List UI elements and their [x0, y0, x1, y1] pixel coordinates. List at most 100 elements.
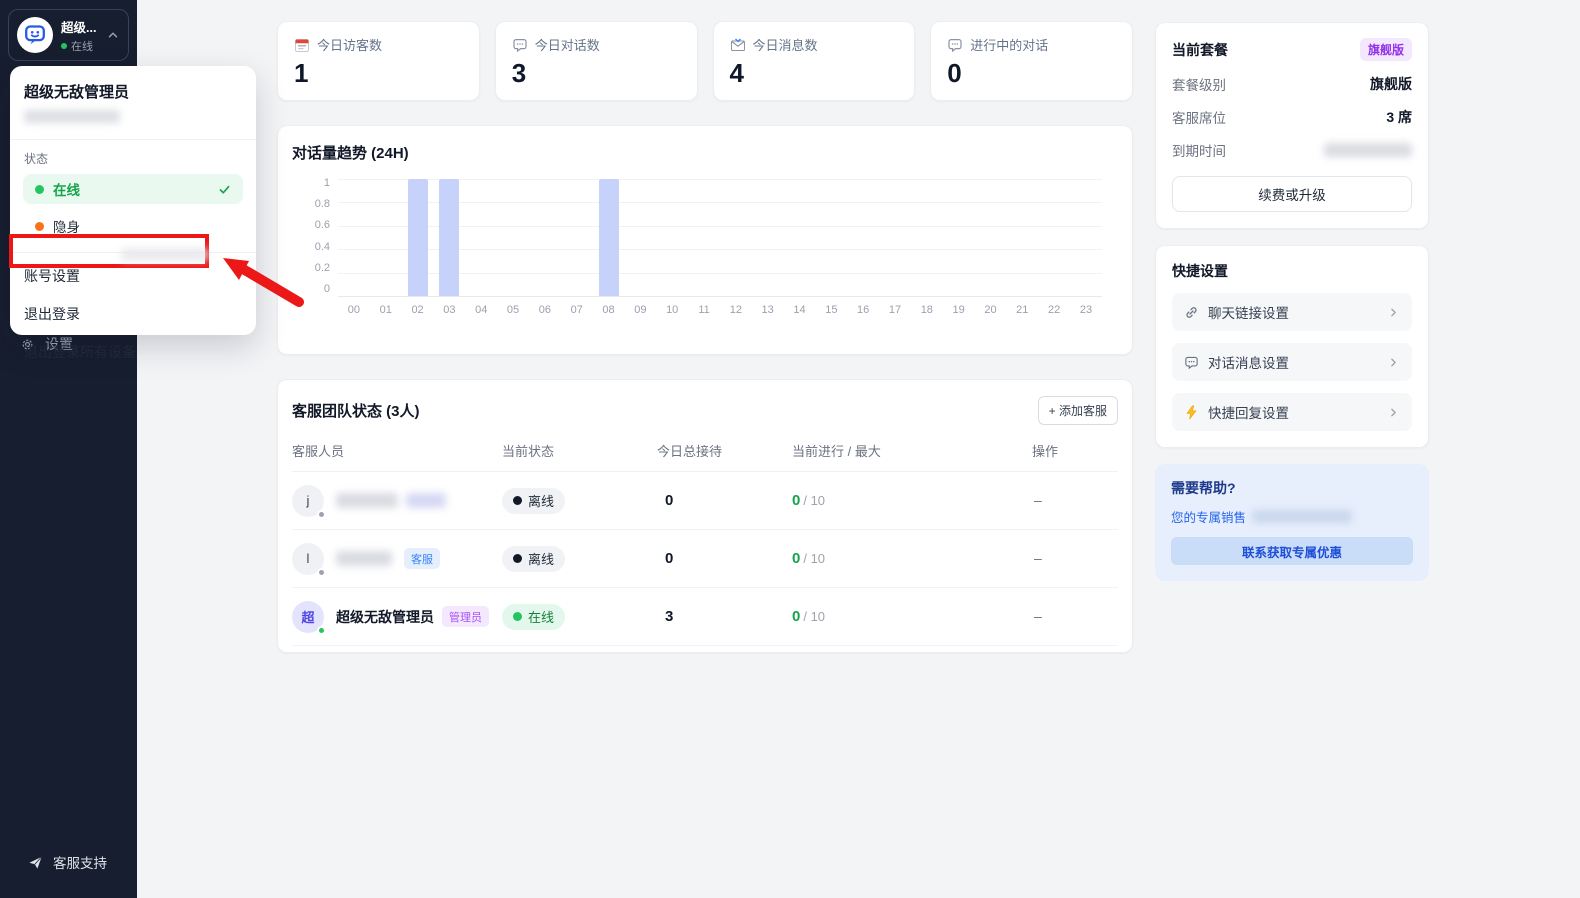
orange-status-dot — [35, 221, 44, 231]
bar-slot — [370, 179, 402, 296]
bar-slot — [497, 179, 529, 296]
max-count: / 10 — [803, 608, 826, 624]
x-tick-label: 07 — [570, 304, 583, 316]
quick-item-message-settings[interactable]: 对话消息设置 — [1172, 343, 1412, 381]
x-tick-label: 23 — [1079, 304, 1093, 316]
add-agent-button[interactable]: + 添加客服 — [1037, 396, 1118, 425]
dropdown-user-name: 超级无敌管理员 — [24, 84, 130, 101]
help-subtitle: 您的专属销售 — [1171, 511, 1247, 525]
current-count: 0 — [792, 549, 801, 567]
bar-slot — [338, 179, 370, 296]
column-header-status: 当前状态 — [502, 444, 555, 459]
online-status-dot — [61, 42, 67, 49]
right-panel: 当前套餐 旗舰版 套餐级别 旗舰版 客服席位 3 席 到期时间 续费或升级 快捷… — [1155, 22, 1429, 581]
chat-bubble-icon — [947, 37, 963, 53]
main-content: 今日访客数 1 今日对话数 3 今日消息数 4 进行中的对话 0 对话量趋势 (… — [277, 21, 1133, 653]
renew-upgrade-button[interactable]: 续费或升级 — [1172, 176, 1412, 212]
chevron-right-icon — [1387, 306, 1400, 319]
x-tick-label: 12 — [729, 304, 742, 316]
chart-bar — [407, 179, 428, 296]
sidebar-item-support[interactable]: 客服支持 — [28, 852, 107, 872]
today-total: 3 — [665, 607, 674, 625]
divider — [10, 252, 256, 253]
bar-slot — [975, 179, 1007, 296]
current-count: 0 — [792, 607, 801, 625]
redacted-expiry-date — [1324, 143, 1412, 157]
x-tick-label: 08 — [602, 304, 615, 316]
chart-x-axis: 00 01 02 03 04 05 06 07 08 09 10 11 12 13 14 15 16 17 18 19… — [338, 304, 1102, 316]
table-row: j 离线 0 0/ 10 – — [292, 472, 1118, 530]
contact-sales-button[interactable]: 联系获取专属优惠 — [1171, 537, 1413, 565]
bar-slot — [720, 179, 752, 296]
user-menu-trigger[interactable]: 超级... 在线 — [8, 9, 129, 61]
plan-row-seats: 客服席位 3 席 — [1172, 109, 1412, 126]
bar-slot — [847, 179, 879, 296]
stat-card-messages: 今日消息数 4 — [712, 21, 916, 101]
bar-slot — [656, 179, 688, 296]
x-tick-label: 13 — [761, 304, 774, 316]
chevron-right-icon — [1387, 406, 1400, 419]
y-tick-label: 0.4 — [314, 240, 330, 253]
stat-value: 4 — [729, 58, 745, 88]
x-tick-label: 16 — [857, 304, 870, 316]
avatar: 超 — [292, 600, 326, 635]
table-row: 超 超级无敌管理员 管理员 在线 3 0/ 10 – — [292, 588, 1118, 646]
menu-item-account-settings[interactable]: 账号设置 — [10, 257, 256, 295]
x-tick-label: 20 — [984, 304, 997, 316]
role-badge: 管理员 — [442, 606, 489, 627]
bar-slot — [784, 179, 816, 296]
column-header-agent: 客服人员 — [292, 444, 345, 459]
stat-label: 今日对话数 — [534, 38, 600, 53]
x-tick-label: 21 — [1016, 304, 1029, 316]
stat-card-visitors: 今日访客数 1 — [277, 21, 480, 101]
bar-slot — [943, 179, 975, 296]
chart-y-axis: 1 0.8 0.6 0.4 0.2 0 — [292, 178, 338, 296]
redacted-agent-name — [336, 493, 398, 508]
quick-item-label: 对话消息设置 — [1208, 356, 1289, 371]
row-action: – — [1034, 491, 1042, 508]
status-section-label: 状态 — [24, 152, 49, 166]
avatar: l — [292, 542, 326, 577]
stat-label: 今日消息数 — [752, 38, 818, 53]
stats-row: 今日访客数 1 今日对话数 3 今日消息数 4 进行中的对话 0 — [277, 21, 1133, 101]
current-plan-card: 当前套餐 旗舰版 套餐级别 旗舰版 客服席位 3 席 到期时间 续费或升级 — [1155, 22, 1429, 229]
column-header-total: 今日总接待 — [657, 444, 723, 459]
role-badge: 客服 — [404, 548, 440, 569]
status-option-online[interactable]: 在线 — [23, 174, 243, 204]
chevron-right-icon — [1387, 356, 1400, 369]
row-action: – — [1034, 549, 1042, 566]
bar-slot — [561, 179, 593, 296]
menu-item-logout-all-devices[interactable]: 退出登录所有设备 — [10, 333, 256, 371]
redacted-agent-badge — [406, 493, 446, 508]
x-tick-label: 00 — [347, 304, 361, 316]
lightning-icon — [1184, 405, 1199, 420]
presence-dot — [317, 567, 326, 577]
envelope-icon — [730, 37, 746, 53]
today-total: 0 — [665, 491, 674, 509]
x-tick-label: 15 — [825, 304, 838, 316]
bar-slot — [1038, 179, 1070, 296]
green-status-dot — [35, 184, 44, 194]
chat-smiley-logo-icon — [23, 23, 47, 47]
app-logo-avatar — [17, 17, 53, 53]
x-tick-label: 05 — [506, 304, 520, 316]
today-total: 0 — [665, 549, 674, 567]
stat-value: 0 — [947, 58, 963, 88]
help-card: 需要帮助? 您的专属销售 联系获取专属优惠 — [1155, 464, 1429, 581]
x-tick-label: 01 — [379, 304, 392, 316]
table-header-row: 客服人员 当前状态 今日总接待 当前进行 / 最大 操作 — [292, 441, 1118, 472]
status-badge: 在线 — [502, 603, 566, 630]
bar-slot — [815, 179, 847, 296]
quick-item-chat-link-settings[interactable]: 聊天链接设置 — [1172, 293, 1412, 331]
presence-dot — [317, 509, 326, 519]
chart-bar — [598, 179, 619, 296]
quick-item-quick-reply-settings[interactable]: 快捷回复设置 — [1172, 393, 1412, 431]
status-option-invisible[interactable]: 隐身 — [23, 211, 243, 241]
agent-name: 超级无敌管理员 — [336, 608, 434, 625]
calendar-icon — [294, 37, 310, 53]
status-badge: 离线 — [502, 487, 566, 514]
bar-slot — [1006, 179, 1038, 296]
chart-plot-area — [338, 179, 1102, 297]
menu-item-logout[interactable]: 退出登录 — [10, 295, 256, 333]
x-tick-label: 18 — [920, 304, 933, 316]
